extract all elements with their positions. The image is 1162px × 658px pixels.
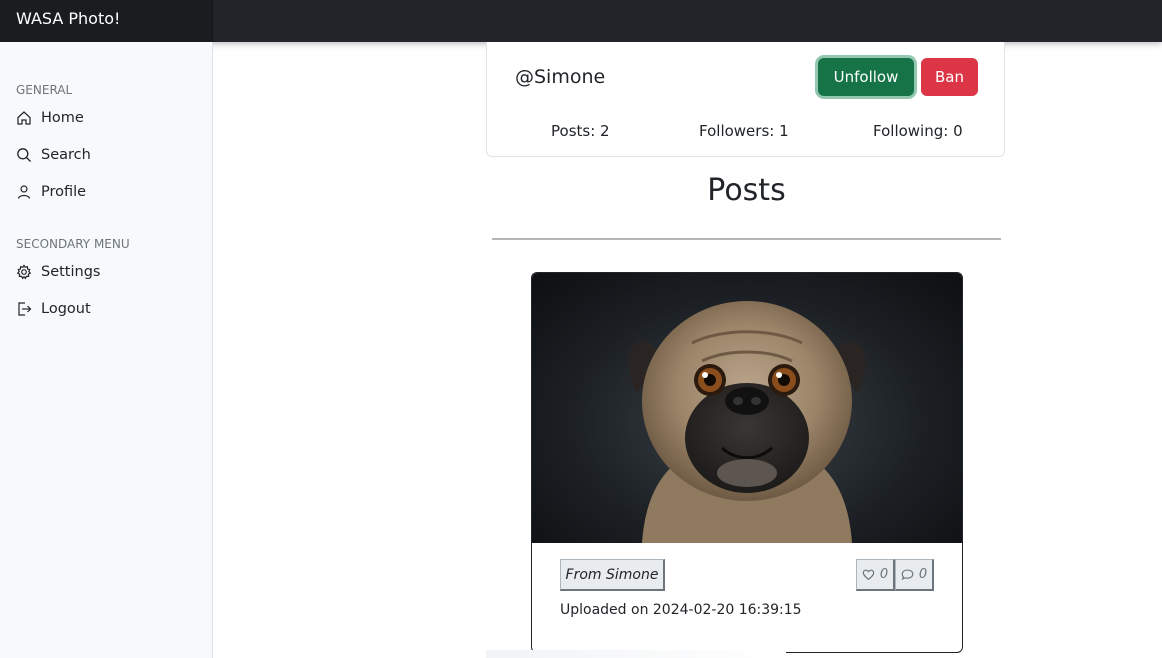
profile-username: @Simone: [515, 66, 606, 88]
comment-icon: [901, 569, 914, 581]
sidebar-item-label: Home: [41, 110, 84, 126]
sidebar-item-profile[interactable]: Profile: [16, 180, 196, 204]
user-icon: [17, 185, 31, 199]
heart-icon: [862, 569, 875, 581]
post-card: From Simone 0 0 Uploaded on 2024-02-20 1…: [531, 272, 963, 653]
sidebar-heading-secondary: SECONDARY MENU: [16, 237, 130, 251]
sidebar-item-home[interactable]: Home: [16, 106, 196, 130]
comment-button[interactable]: 0: [895, 559, 934, 591]
sidebar-item-search[interactable]: Search: [16, 143, 196, 167]
posts-section-title: Posts: [707, 173, 786, 208]
section-divider: [492, 238, 1001, 240]
upload-timestamp: Uploaded on 2024-02-20 16:39:15: [560, 602, 802, 618]
sidebar-item-label: Settings: [41, 264, 101, 280]
gear-icon: [16, 264, 32, 280]
unfollow-button[interactable]: Unfollow: [818, 58, 914, 96]
sidebar-item-label: Search: [41, 147, 91, 163]
like-count: 0: [879, 567, 889, 582]
followers-count[interactable]: Followers: 1: [699, 122, 789, 140]
post-author-button[interactable]: From Simone: [560, 559, 665, 591]
pug-photo-illustration: [628, 301, 866, 543]
top-navbar: WASA Photo!: [0, 0, 1162, 42]
sidebar: GENERAL Home Search Profile SECONDARY ME…: [0, 42, 213, 658]
comment-count: 0: [918, 567, 928, 582]
posts-count: Posts: 2: [551, 122, 610, 140]
home-icon: [17, 111, 31, 125]
app-title[interactable]: WASA Photo!: [0, 0, 213, 42]
sidebar-item-label: Logout: [41, 301, 91, 317]
following-count[interactable]: Following: 0: [873, 122, 963, 140]
next-post-card-edge: [486, 650, 786, 658]
sidebar-item-label: Profile: [41, 184, 87, 200]
ban-button[interactable]: Ban: [921, 58, 978, 96]
sidebar-heading-general: GENERAL: [16, 83, 73, 97]
sidebar-item-logout[interactable]: Logout: [16, 297, 196, 321]
like-button[interactable]: 0: [856, 559, 895, 591]
post-photo[interactable]: [532, 273, 962, 543]
profile-header-card: @Simone Unfollow Ban Posts: 2 Followers:…: [486, 42, 1005, 157]
search-icon: [17, 148, 31, 162]
sidebar-item-settings[interactable]: Settings: [16, 260, 196, 284]
logout-icon: [18, 302, 32, 316]
